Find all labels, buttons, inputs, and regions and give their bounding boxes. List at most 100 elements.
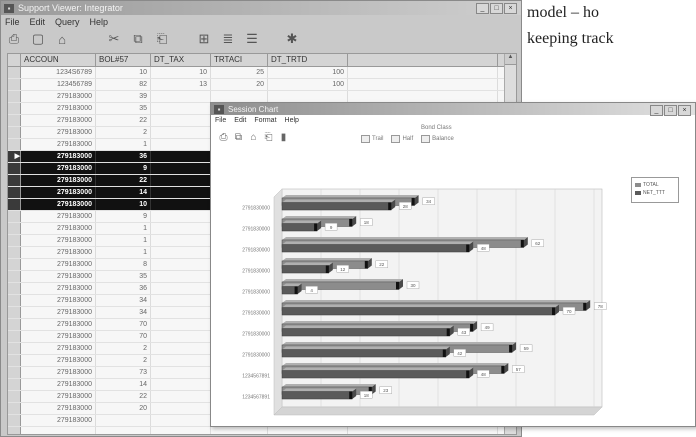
chart-maximize-button[interactable]: □ bbox=[664, 105, 677, 116]
chart-close-button[interactable]: × bbox=[678, 105, 691, 116]
data-label: 18 bbox=[364, 393, 370, 398]
table-cell: 10 bbox=[151, 67, 211, 78]
row-selector[interactable] bbox=[8, 223, 21, 234]
copy-icon[interactable]: ⧉ bbox=[234, 132, 243, 143]
table-cell bbox=[96, 415, 151, 426]
column-header-dt-tax[interactable]: DT_TAX bbox=[151, 54, 211, 66]
filter-icon[interactable]: ☰ bbox=[245, 31, 259, 47]
save-icon[interactable]: ⌂ bbox=[55, 32, 69, 47]
data-label: 22 bbox=[379, 262, 385, 267]
row-selector[interactable] bbox=[8, 79, 21, 90]
bar-type-option-balance[interactable]: Balance bbox=[421, 135, 454, 143]
sort-icon[interactable]: ≣ bbox=[221, 31, 235, 47]
bar-type-option-half[interactable]: Half bbox=[391, 135, 413, 143]
cut-icon[interactable]: ✂ bbox=[107, 31, 121, 47]
close-button[interactable]: × bbox=[504, 3, 517, 14]
row-selector[interactable] bbox=[8, 343, 21, 354]
chart-menu-file[interactable]: File bbox=[215, 117, 226, 124]
row-selector[interactable] bbox=[8, 139, 21, 150]
row-selector[interactable] bbox=[8, 163, 21, 174]
minimize-button[interactable]: _ bbox=[476, 3, 489, 14]
row-selector[interactable] bbox=[8, 295, 21, 306]
bar-top bbox=[282, 262, 333, 266]
row-selector[interactable] bbox=[8, 67, 21, 78]
row-selector[interactable] bbox=[8, 379, 21, 390]
row-selector[interactable] bbox=[8, 391, 21, 402]
chart-menu-help[interactable]: Help bbox=[285, 117, 299, 124]
menu-help[interactable]: Help bbox=[90, 17, 109, 27]
table-cell: 100 bbox=[268, 67, 348, 78]
export-icon[interactable]: ⎗ bbox=[264, 132, 273, 143]
chart-minimize-button[interactable]: _ bbox=[650, 105, 663, 116]
bar bbox=[281, 307, 556, 316]
column-header-dt-trtd[interactable]: DT_TRTD bbox=[268, 54, 348, 66]
bar-end-marker bbox=[388, 202, 392, 211]
row-selector[interactable] bbox=[8, 211, 21, 222]
scroll-up-icon[interactable]: ▲ bbox=[505, 54, 516, 65]
new-icon[interactable]: ▢ bbox=[31, 31, 45, 47]
row-selector[interactable] bbox=[8, 127, 21, 138]
row-selector[interactable] bbox=[8, 271, 21, 282]
column-header-bol[interactable]: BOL#57 bbox=[96, 54, 151, 66]
row-selector[interactable] bbox=[8, 103, 21, 114]
settings-icon[interactable]: ✱ bbox=[285, 31, 299, 47]
session-chart-titlebar[interactable]: ▪ Session Chart _ □ × bbox=[211, 103, 695, 116]
table-cell: 35 bbox=[96, 271, 151, 282]
layout-icon[interactable]: ⊞ bbox=[197, 31, 211, 47]
row-selector[interactable] bbox=[8, 175, 21, 186]
data-label: 28 bbox=[403, 204, 409, 209]
table-cell: 279183000 bbox=[21, 343, 96, 354]
row-selector[interactable] bbox=[8, 235, 21, 246]
row-selector[interactable] bbox=[8, 187, 21, 198]
row-selector[interactable] bbox=[8, 367, 21, 378]
table-cell: 279183000 bbox=[21, 319, 96, 330]
bar-end-marker bbox=[466, 244, 470, 253]
table-row[interactable]: 123456789 82 13 20 100 bbox=[8, 79, 516, 91]
row-selector[interactable] bbox=[8, 403, 21, 414]
support-viewer-titlebar[interactable]: ▪ Support Viewer: Integrator _ □ × bbox=[1, 1, 521, 15]
table-cell bbox=[151, 283, 211, 294]
row-selector[interactable] bbox=[8, 415, 21, 426]
row-selector[interactable] bbox=[8, 283, 21, 294]
menu-file[interactable]: File bbox=[5, 17, 20, 27]
data-label: 42 bbox=[457, 351, 463, 356]
bar-top bbox=[282, 388, 357, 392]
row-selector[interactable] bbox=[8, 259, 21, 270]
chart-menu-format[interactable]: Format bbox=[254, 117, 276, 124]
row-selector[interactable] bbox=[8, 247, 21, 258]
column-header-accoun[interactable]: ACCOUN bbox=[21, 54, 96, 66]
column-header-trtaci[interactable]: TRTACI bbox=[211, 54, 268, 66]
table-cell bbox=[151, 403, 211, 414]
paste-icon[interactable]: ⎗ bbox=[155, 31, 169, 47]
row-selector[interactable] bbox=[8, 199, 21, 210]
y-tick-label: 2791830000 bbox=[242, 227, 270, 233]
maximize-button[interactable]: □ bbox=[490, 3, 503, 14]
save-icon[interactable]: ⌂ bbox=[249, 132, 258, 143]
chart-menu-edit[interactable]: Edit bbox=[234, 117, 246, 124]
table-row[interactable] bbox=[8, 427, 516, 434]
row-selector[interactable] bbox=[8, 115, 21, 126]
print-icon[interactable]: ⎙ bbox=[7, 31, 21, 47]
copy-icon[interactable]: ⧉ bbox=[131, 31, 145, 47]
row-selector[interactable] bbox=[8, 355, 21, 366]
row-selector[interactable] bbox=[8, 307, 21, 318]
row-selector[interactable] bbox=[8, 331, 21, 342]
row-selector[interactable]: ▶ bbox=[8, 151, 21, 162]
table-cell: 20 bbox=[211, 79, 268, 90]
menu-query[interactable]: Query bbox=[55, 17, 80, 27]
table-cell: 14 bbox=[96, 379, 151, 390]
bar bbox=[281, 370, 470, 379]
table-cell: 70 bbox=[96, 331, 151, 342]
row-selector[interactable] bbox=[8, 319, 21, 330]
bar-type-option-trail[interactable]: Trail bbox=[361, 135, 383, 143]
row-selector[interactable] bbox=[8, 427, 21, 434]
table-cell: 279183000 bbox=[21, 307, 96, 318]
chart-settings-icon[interactable]: ▮ bbox=[279, 132, 288, 143]
menu-edit[interactable]: Edit bbox=[30, 17, 46, 27]
bar bbox=[281, 349, 447, 358]
data-label: 49 bbox=[485, 325, 491, 330]
print-icon[interactable]: ⎙ bbox=[219, 132, 228, 143]
row-selector[interactable] bbox=[8, 91, 21, 102]
table-cell bbox=[151, 127, 211, 138]
table-row[interactable]: 1234S6789 10 10 25 100 bbox=[8, 67, 516, 79]
